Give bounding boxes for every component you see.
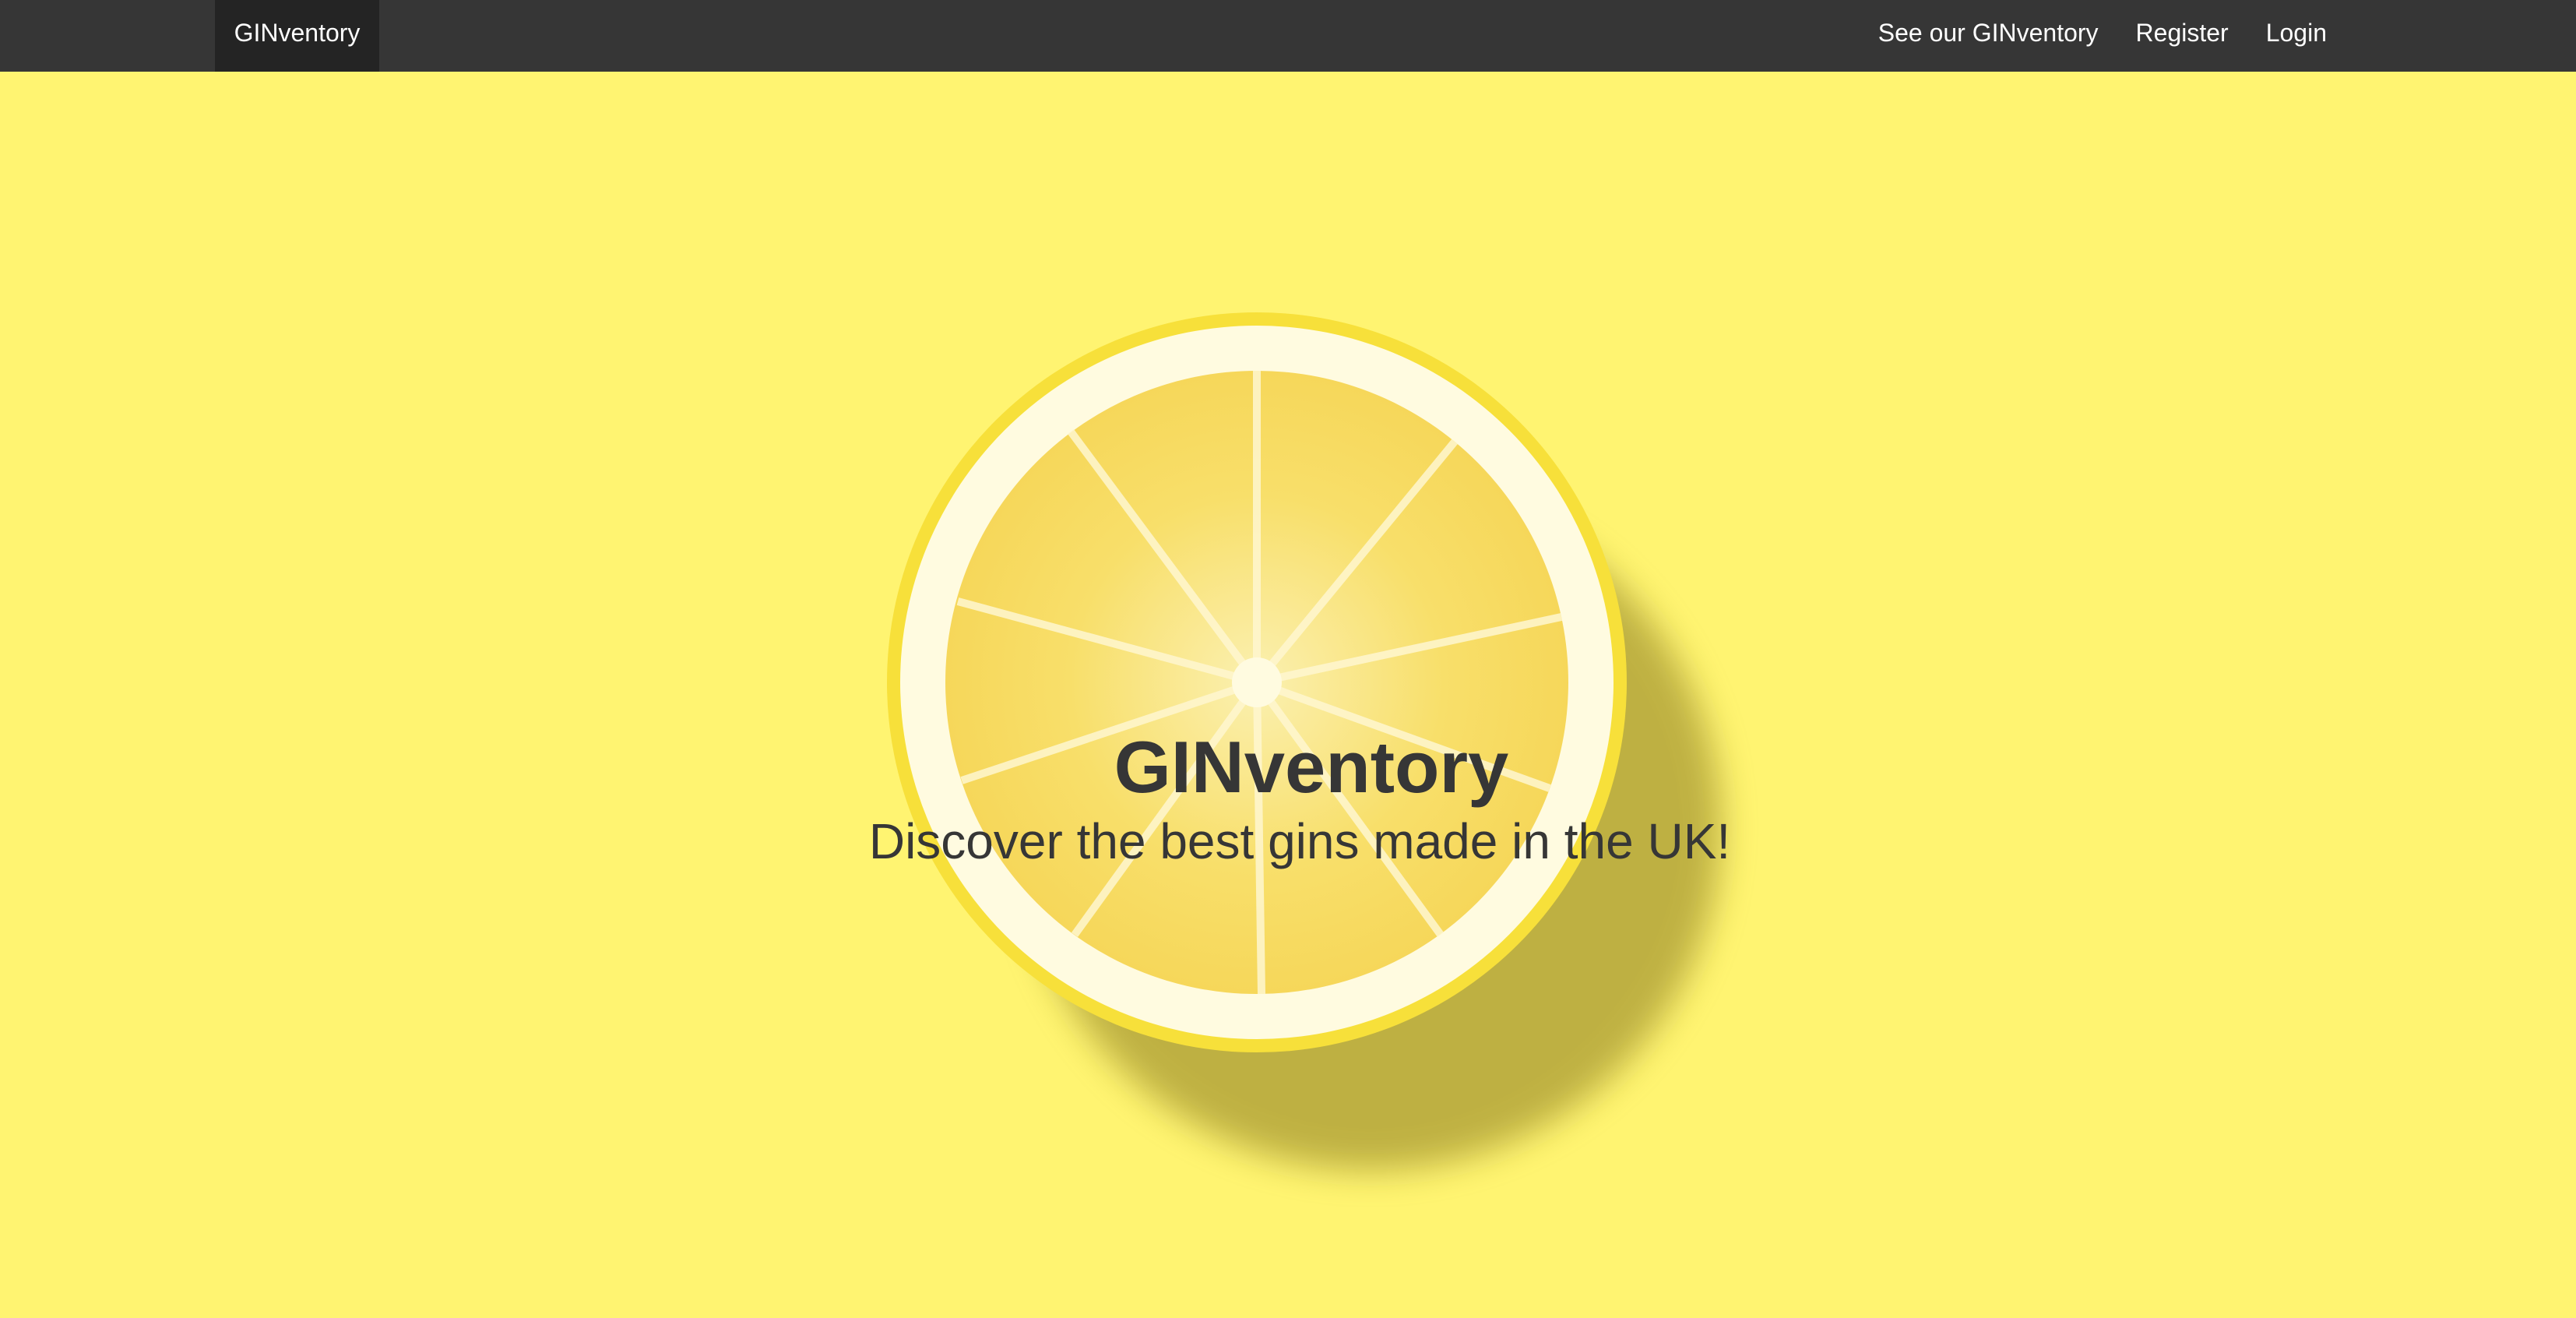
nav-link-register[interactable]: Register (2136, 19, 2229, 54)
navbar-brand[interactable]: GINventory (215, 0, 379, 72)
lemon-slice-image (887, 312, 1721, 1170)
nav-link-see-ginventory[interactable]: See our GINventory (1878, 19, 2099, 54)
navbar: GINventory See our GINventory Register L… (0, 0, 2576, 72)
hero-subtitle: Discover the best gins made in the UK! (868, 813, 1731, 869)
nav-link-login[interactable]: Login (2266, 19, 2327, 54)
hero-title: GINventory (1114, 726, 1509, 808)
hero: GINventory Discover the best gins made i… (0, 724, 2576, 872)
nav-links: See our GINventory Register Login (1878, 0, 2327, 72)
